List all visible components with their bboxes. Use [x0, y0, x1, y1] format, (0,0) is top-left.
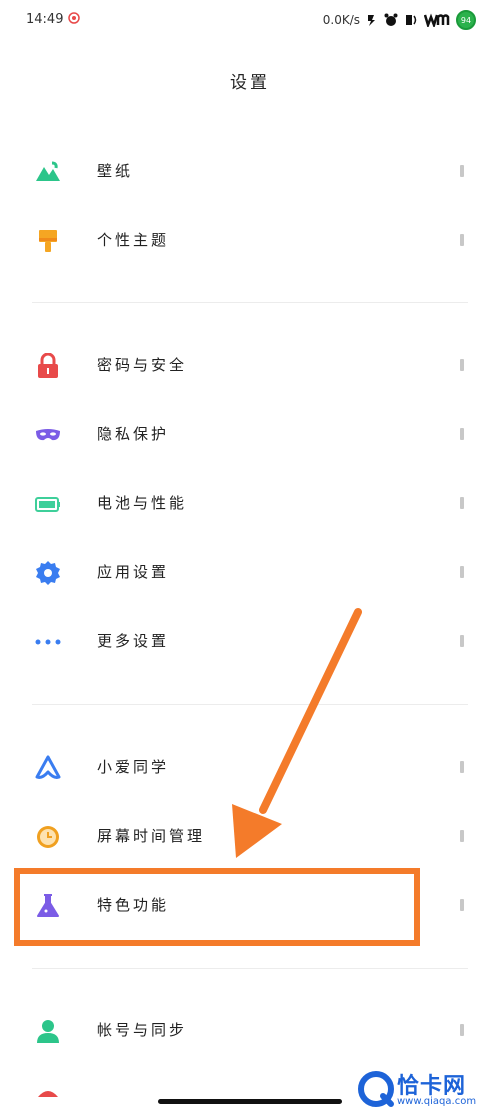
section-divider — [32, 968, 468, 969]
status-time: 14:49 — [26, 12, 64, 27]
chevron-right-icon — [460, 165, 464, 177]
settings-item-account-sync[interactable]: 帐号与同步 — [0, 1000, 500, 1060]
settings-item-xiaoai[interactable]: 小爱同学 — [0, 737, 500, 797]
settings-item-theme[interactable]: 个性主题 — [0, 210, 500, 270]
highlight-box — [14, 868, 420, 946]
account-icon — [37, 1020, 59, 1043]
section-divider — [32, 302, 468, 303]
chevron-right-icon — [460, 830, 464, 842]
settings-item-label: 小爱同学 — [97, 758, 170, 776]
settings-item-password-security[interactable]: 密码与安全 — [0, 335, 500, 395]
chevron-right-icon — [460, 1024, 464, 1036]
chevron-right-icon — [460, 497, 464, 509]
chevron-right-icon — [460, 359, 464, 371]
home-indicator[interactable] — [158, 1099, 342, 1104]
privacy-mask-icon — [36, 429, 60, 441]
theme-brush-icon — [39, 230, 57, 252]
section-divider — [32, 704, 468, 705]
chevron-right-icon — [460, 899, 464, 911]
more-dots-icon — [35, 639, 61, 645]
settings-item-app-settings[interactable]: 应用设置 — [0, 542, 500, 602]
wallpaper-icon — [36, 161, 60, 181]
chevron-right-icon — [460, 234, 464, 246]
settings-item-label: 壁纸 — [97, 162, 134, 180]
watermark: 恰卡网 www.qiaqa.com — [355, 1066, 500, 1111]
settings-item-battery-performance[interactable]: 电池与性能 — [0, 473, 500, 533]
app-notification-icon — [68, 12, 80, 24]
wifi-icon — [424, 13, 450, 27]
watermark-url: www.qiaqa.com — [397, 1096, 477, 1107]
settings-item-label: 密码与安全 — [97, 356, 188, 374]
settings-item-label: 帐号与同步 — [97, 1021, 188, 1039]
clock-icon — [37, 826, 59, 848]
alarm-icon — [384, 13, 398, 26]
status-bar: 14:49 0.0K/s 94 — [0, 0, 500, 40]
lock-icon — [38, 353, 58, 378]
network-speed: 0.0K/s — [322, 13, 360, 27]
settings-item-label: 个性主题 — [97, 231, 170, 249]
chevron-right-icon — [460, 566, 464, 578]
settings-item-label: 隐私保护 — [97, 425, 170, 443]
page-title: 设置 — [230, 73, 270, 93]
nfc-icon — [406, 15, 417, 25]
xiaoai-icon — [35, 755, 61, 779]
settings-item-privacy[interactable]: 隐私保护 — [0, 404, 500, 464]
settings-item-screen-time[interactable]: 屏幕时间管理 — [0, 806, 500, 866]
gear-icon — [36, 561, 60, 585]
battery-icon — [35, 497, 60, 512]
settings-item-wallpaper[interactable]: 壁纸 — [0, 141, 500, 201]
settings-item-label: 更多设置 — [97, 632, 170, 650]
settings-item-label: 电池与性能 — [97, 494, 188, 512]
chevron-right-icon — [460, 635, 464, 647]
watermark-logo-icon — [358, 1071, 394, 1107]
chevron-right-icon — [460, 428, 464, 440]
signal-icon — [368, 15, 375, 26]
partial-next-item-icon — [38, 1091, 58, 1097]
chevron-right-icon — [460, 761, 464, 773]
battery-icon: 94 — [456, 10, 476, 30]
settings-item-more-settings[interactable]: 更多设置 — [0, 611, 500, 671]
settings-item-label: 屏幕时间管理 — [97, 827, 206, 845]
settings-item-label: 应用设置 — [97, 563, 170, 581]
